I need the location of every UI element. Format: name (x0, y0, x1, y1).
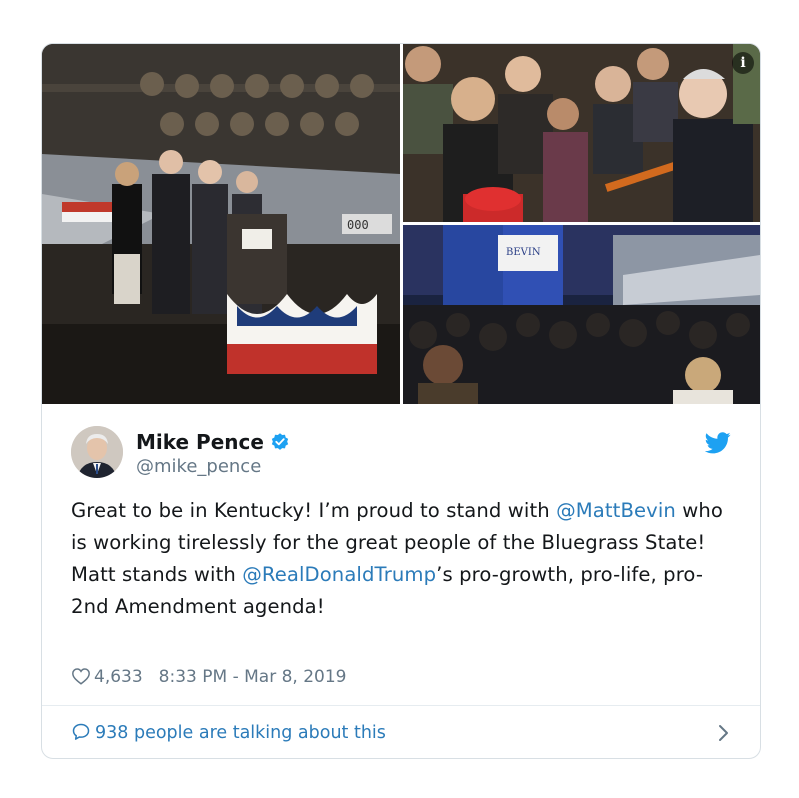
avatar[interactable] (71, 426, 123, 478)
tweet-text-segment: Great to be in Kentucky! I’m proud to st… (71, 499, 557, 522)
talking-text: 938 people are talking about this (95, 723, 386, 743)
media-grid: 000 i BEVIN (42, 44, 760, 404)
like-count[interactable]: 4,633 (94, 667, 143, 687)
heart-icon[interactable] (71, 667, 91, 685)
verified-badge-icon (271, 433, 289, 450)
banner-text: BEVIN (506, 247, 541, 258)
twitter-bird-icon[interactable] (705, 432, 731, 454)
talking-link[interactable]: 938 people are talking about this (71, 719, 731, 747)
info-icon[interactable]: i (732, 52, 754, 74)
author-name[interactable]: Mike Pence (136, 430, 290, 454)
crowd-greeting-photo[interactable]: i (403, 44, 760, 222)
hangar-audience-photo[interactable]: BEVIN (403, 225, 760, 404)
mention-link-mattbevin[interactable]: @MattBevin (556, 499, 676, 522)
tweet-text: Great to be in Kentucky! I’m proud to st… (71, 495, 731, 623)
aircraft-number: 000 (347, 218, 369, 232)
tweet-card[interactable]: 000 i BEVIN Mike Pence @mike_pence Great… (41, 43, 761, 759)
speech-bubble-icon (72, 723, 90, 740)
tweet-header: Mike Pence @mike_pence (71, 426, 731, 480)
author-handle[interactable]: @mike_pence (136, 456, 261, 477)
tweet-meta: 4,633 8:33 PM - Mar 8, 2019 (71, 663, 346, 691)
mention-link-realdonaldtrump[interactable]: @RealDonaldTrump (242, 563, 436, 586)
divider (42, 705, 760, 706)
stage-rally-photo[interactable]: 000 (42, 44, 400, 404)
timestamp[interactable]: 8:33 PM - Mar 8, 2019 (159, 667, 347, 687)
chevron-right-icon[interactable] (717, 723, 731, 743)
author-name-text: Mike Pence (136, 430, 264, 454)
